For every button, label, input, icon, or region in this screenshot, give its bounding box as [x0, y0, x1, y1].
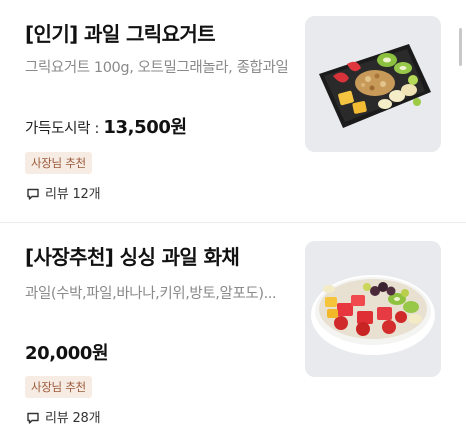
menu-item-price-row: 가득도시락 : 13,500원 [25, 113, 187, 139]
review-count[interactable]: 리뷰 12개 [26, 183, 101, 202]
fruit-punch-bowl-image[interactable] [305, 241, 441, 377]
menu-item-title: [인기] 과일 그릭요거트 [25, 22, 216, 46]
review-count-label: 리뷰 28개 [45, 411, 101, 426]
menu-item-fruit-punch[interactable]: [사장추천] 싱싱 과일 화채 과일(수박,파일,바나나,키위,방토,알포도).… [0, 223, 466, 434]
recommend-badge: 사장님 추천 [25, 376, 92, 398]
menu-item-greek-yogurt[interactable]: [인기] 과일 그릭요거트 그릭요거트 100g, 오트밀그래놀라, 종합과일 … [0, 0, 466, 222]
comment-icon [27, 412, 39, 424]
comment-icon [27, 188, 39, 200]
recommend-badge: 사장님 추천 [25, 152, 92, 174]
greek-yogurt-photo [305, 16, 441, 152]
review-count[interactable]: 리뷰 28개 [26, 407, 101, 426]
greek-yogurt-bowl-image[interactable] [305, 16, 441, 152]
price-prefix: 가득도시락 : [25, 121, 104, 137]
menu-item-title: [사장추천] 싱싱 과일 화채 [25, 245, 240, 269]
menu-item-description: 과일(수박,파일,바나나,키위,방토,알포도)... [25, 286, 277, 302]
fruit-punch-photo [305, 241, 441, 377]
menu-item-description: 그릭요거트 100g, 오트밀그래놀라, 종합과일 [25, 60, 289, 76]
menu-item-price: 20,000원 [25, 343, 109, 364]
review-count-label: 리뷰 12개 [45, 187, 101, 202]
menu-item-price-row: 20,000원 [25, 339, 109, 365]
menu-item-price: 13,500원 [103, 117, 187, 138]
